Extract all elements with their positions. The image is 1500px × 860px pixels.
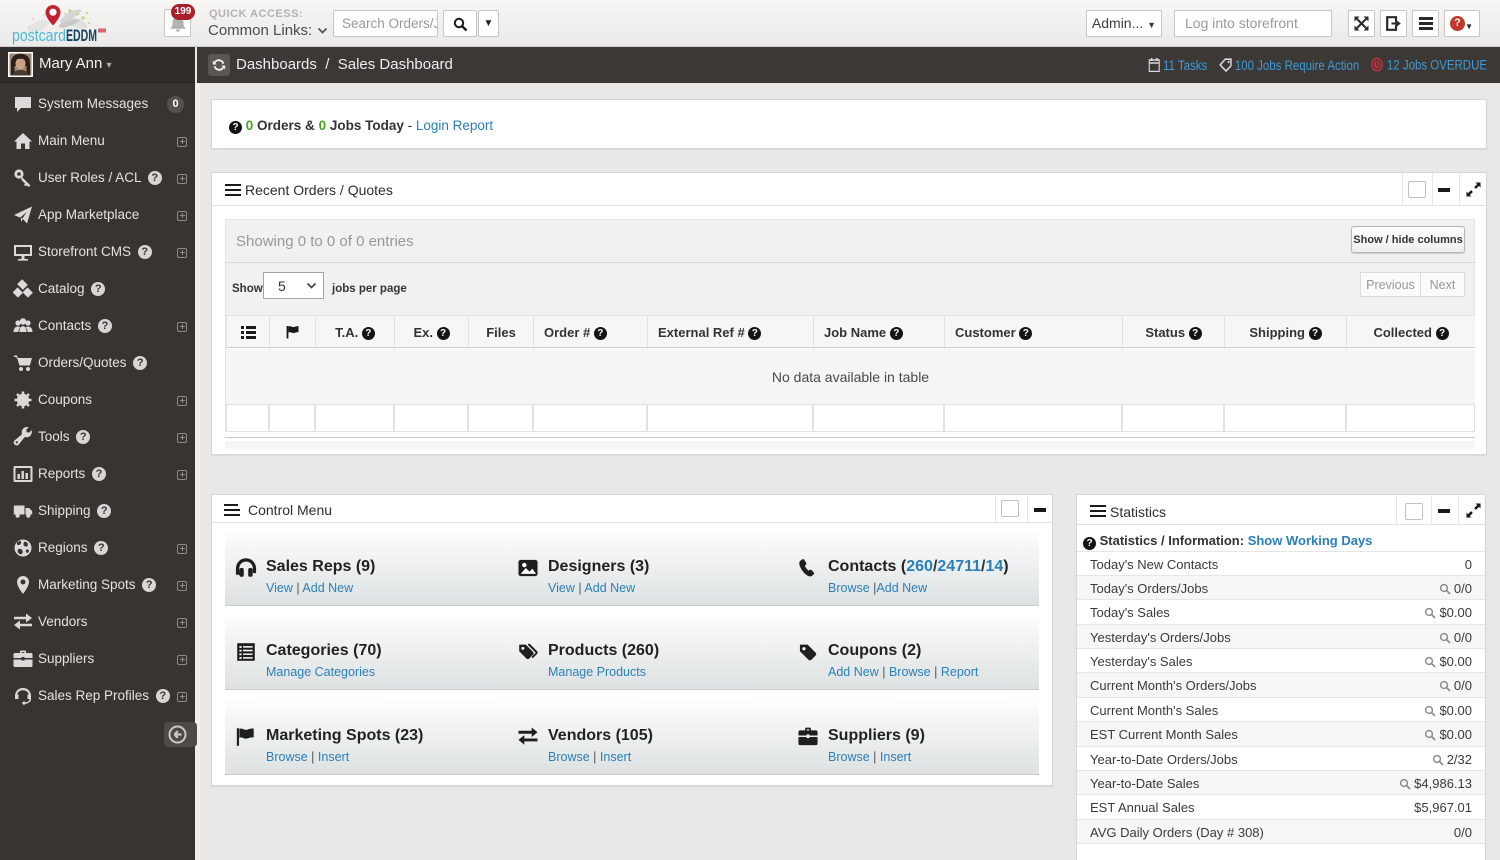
- svg-text:EDDM: EDDM: [66, 27, 97, 45]
- svg-text:postcard: postcard: [12, 26, 66, 45]
